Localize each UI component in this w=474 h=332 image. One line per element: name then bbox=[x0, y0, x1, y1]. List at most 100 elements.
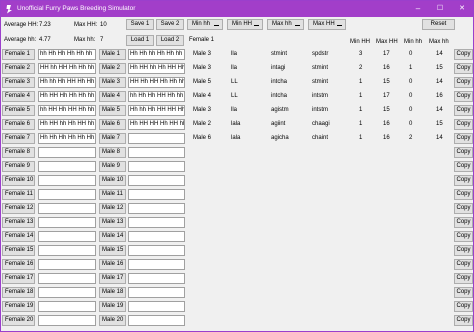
copy-button[interactable]: Copy bbox=[454, 231, 473, 242]
male-6-button[interactable]: Male 6 bbox=[99, 119, 126, 130]
female-9-input[interactable] bbox=[38, 161, 96, 172]
copy-button[interactable]: Copy bbox=[454, 245, 473, 256]
male-13-button[interactable]: Male 13 bbox=[99, 217, 126, 228]
title-bar[interactable]: Unofficial Furry Paws Breeding Simulator… bbox=[1, 1, 473, 17]
female-3-input[interactable]: Hh hh Hh HH Hh Hh bbox=[38, 77, 96, 88]
male-15-button[interactable]: Male 15 bbox=[99, 245, 126, 256]
male-16-input[interactable] bbox=[128, 259, 185, 270]
male-7-input[interactable] bbox=[128, 133, 185, 144]
load-2-button[interactable]: Load 2 bbox=[156, 35, 184, 46]
male-12-input[interactable] bbox=[128, 203, 185, 214]
male-3-button[interactable]: Male 3 bbox=[99, 77, 126, 88]
female-10-button[interactable]: Female 10 bbox=[2, 175, 35, 186]
female-15-input[interactable] bbox=[38, 245, 96, 256]
copy-button[interactable]: Copy bbox=[454, 273, 473, 284]
male-10-button[interactable]: Male 10 bbox=[99, 175, 126, 186]
female-14-input[interactable] bbox=[38, 231, 96, 242]
female-14-button[interactable]: Female 14 bbox=[2, 231, 35, 242]
male-14-input[interactable] bbox=[128, 231, 185, 242]
male-19-button[interactable]: Male 19 bbox=[99, 301, 126, 312]
male-6-input[interactable]: Hh HH HH Hh HH hh bbox=[128, 119, 185, 130]
male-11-button[interactable]: Male 11 bbox=[99, 189, 126, 200]
copy-button[interactable]: Copy bbox=[454, 203, 473, 214]
male-7-button[interactable]: Male 7 bbox=[99, 133, 126, 144]
male-9-button[interactable]: Male 9 bbox=[99, 161, 126, 172]
female-11-button[interactable]: Female 11 bbox=[2, 189, 35, 200]
female-19-input[interactable] bbox=[38, 301, 96, 312]
female-18-button[interactable]: Female 18 bbox=[2, 287, 35, 298]
female-1-input[interactable]: hh Hh Hh Hh Hh hh bbox=[38, 49, 96, 60]
copy-button[interactable]: Copy bbox=[454, 63, 473, 74]
female-12-button[interactable]: Female 12 bbox=[2, 203, 35, 214]
male-3-input[interactable]: HH Hh HH Hh Hh hh bbox=[128, 77, 185, 88]
minimize-button[interactable]: – bbox=[407, 1, 429, 17]
copy-button[interactable]: Copy bbox=[454, 301, 473, 312]
reset-button[interactable]: Reset bbox=[422, 19, 455, 30]
male-19-input[interactable] bbox=[128, 301, 185, 312]
copy-button[interactable]: Copy bbox=[454, 175, 473, 186]
female-12-input[interactable] bbox=[38, 203, 96, 214]
maximize-button[interactable]: ☐ bbox=[429, 1, 451, 17]
save-1-button[interactable]: Save 1 bbox=[126, 19, 154, 30]
filter-max-HH-dropdown[interactable]: Max HH bbox=[308, 19, 346, 30]
female-3-button[interactable]: Female 3 bbox=[2, 77, 35, 88]
male-20-input[interactable] bbox=[128, 315, 185, 326]
close-button[interactable]: ✕ bbox=[451, 1, 473, 17]
female-7-button[interactable]: Female 7 bbox=[2, 133, 35, 144]
female-2-button[interactable]: Female 2 bbox=[2, 63, 35, 74]
female-13-input[interactable] bbox=[38, 217, 96, 228]
male-5-input[interactable]: Hh hh Hh HH HH Hh bbox=[128, 105, 185, 116]
male-8-button[interactable]: Male 8 bbox=[99, 147, 126, 158]
female-11-input[interactable] bbox=[38, 189, 96, 200]
male-18-button[interactable]: Male 18 bbox=[99, 287, 126, 298]
male-1-button[interactable]: Male 1 bbox=[99, 49, 126, 60]
female-7-input[interactable]: Hh Hh Hh Hh Hh Hh bbox=[38, 133, 96, 144]
female-17-button[interactable]: Female 17 bbox=[2, 273, 35, 284]
male-8-input[interactable] bbox=[128, 147, 185, 158]
filter-min-hh-dropdown[interactable]: Min hh bbox=[187, 19, 223, 30]
female-4-input[interactable]: Hh HH Hh Hh Hh hh bbox=[38, 91, 96, 102]
female-16-button[interactable]: Female 16 bbox=[2, 259, 35, 270]
copy-button[interactable]: Copy bbox=[454, 287, 473, 298]
copy-button[interactable]: Copy bbox=[454, 119, 473, 130]
female-10-input[interactable] bbox=[38, 175, 96, 186]
filter-min-HH-dropdown[interactable]: Min HH bbox=[227, 19, 263, 30]
copy-button[interactable]: Copy bbox=[454, 161, 473, 172]
female-6-input[interactable]: Hh HH hh Hh HH hh bbox=[38, 119, 96, 130]
male-5-button[interactable]: Male 5 bbox=[99, 105, 126, 116]
copy-button[interactable]: Copy bbox=[454, 189, 473, 200]
male-14-button[interactable]: Male 14 bbox=[99, 231, 126, 242]
male-16-button[interactable]: Male 16 bbox=[99, 259, 126, 270]
male-9-input[interactable] bbox=[128, 161, 185, 172]
female-19-button[interactable]: Female 19 bbox=[2, 301, 35, 312]
female-17-input[interactable] bbox=[38, 273, 96, 284]
male-2-button[interactable]: Male 2 bbox=[99, 63, 126, 74]
male-20-button[interactable]: Male 20 bbox=[99, 315, 126, 326]
copy-button[interactable]: Copy bbox=[454, 147, 473, 158]
female-8-button[interactable]: Female 8 bbox=[2, 147, 35, 158]
female-4-button[interactable]: Female 4 bbox=[2, 91, 35, 102]
female-5-button[interactable]: Female 5 bbox=[2, 105, 35, 116]
male-1-input[interactable]: Hh Hh hh Hh Hh hh bbox=[128, 49, 185, 60]
copy-button[interactable]: Copy bbox=[454, 315, 473, 326]
copy-button[interactable]: Copy bbox=[454, 49, 473, 60]
copy-button[interactable]: Copy bbox=[454, 217, 473, 228]
male-17-input[interactable] bbox=[128, 273, 185, 284]
male-13-input[interactable] bbox=[128, 217, 185, 228]
female-2-input[interactable]: HH hh HH Hh Hh hh bbox=[38, 63, 96, 74]
copy-button[interactable]: Copy bbox=[454, 91, 473, 102]
female-15-button[interactable]: Female 15 bbox=[2, 245, 35, 256]
male-18-input[interactable] bbox=[128, 287, 185, 298]
filter-max-hh-dropdown[interactable]: Max hh bbox=[267, 19, 304, 30]
female-18-input[interactable] bbox=[38, 287, 96, 298]
copy-button[interactable]: Copy bbox=[454, 77, 473, 88]
female-8-input[interactable] bbox=[38, 147, 96, 158]
male-10-input[interactable] bbox=[128, 175, 185, 186]
load-1-button[interactable]: Load 1 bbox=[126, 35, 154, 46]
female-1-button[interactable]: Female 1 bbox=[2, 49, 35, 60]
female-20-input[interactable] bbox=[38, 315, 96, 326]
female-5-input[interactable]: hh HH Hh HH Hh hh bbox=[38, 105, 96, 116]
male-15-input[interactable] bbox=[128, 245, 185, 256]
male-4-button[interactable]: Male 4 bbox=[99, 91, 126, 102]
female-20-button[interactable]: Female 20 bbox=[2, 315, 35, 326]
